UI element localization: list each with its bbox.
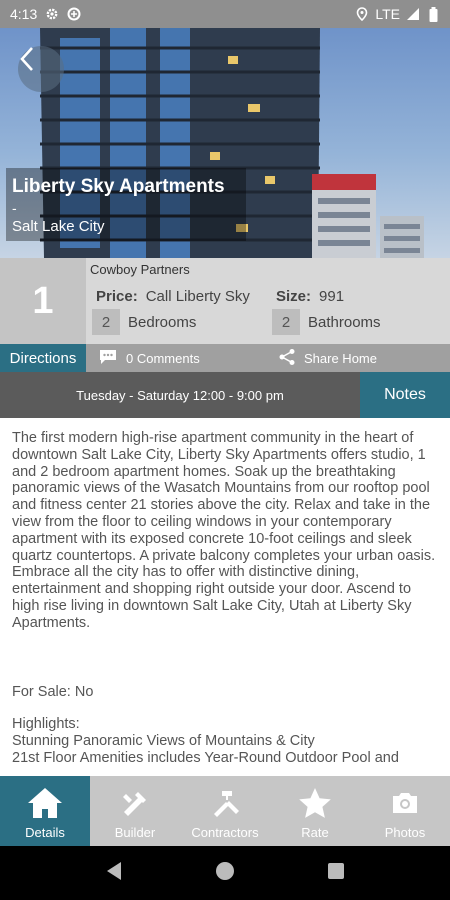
highlight-item: Stunning Panoramic Views of Mountains & … (12, 733, 315, 750)
hours-bar: Tuesday - Saturday 12:00 - 9:00 pm Notes (0, 372, 450, 418)
home-icon (25, 783, 65, 823)
recents-square-icon[interactable] (327, 862, 345, 885)
highlight-item: 21st Floor Amenities includes Year-Round… (12, 749, 399, 766)
nav-label: Builder (114, 825, 156, 840)
nav-photos[interactable]: Photos (360, 776, 450, 846)
listing-number: 1 (0, 258, 86, 344)
description-text: The first modern high-rise apartment com… (12, 430, 436, 631)
notes-button[interactable]: Notes (360, 372, 450, 418)
bottom-nav: Details Builder Contractors Rate Photos (0, 776, 450, 846)
highlights-title: Highlights: (12, 716, 80, 733)
comments-label: 0 Comments (126, 350, 200, 366)
share-icon (278, 348, 296, 369)
price-value: Call Liberty Sky (145, 287, 250, 305)
network-label: LTE (375, 6, 400, 22)
gear-icon (45, 7, 59, 21)
nav-details[interactable]: Details (0, 776, 90, 846)
size-label: Size: (276, 287, 312, 305)
hours-text: Tuesday - Saturday 12:00 - 9:00 pm (76, 387, 284, 403)
back-triangle-icon[interactable] (105, 861, 123, 886)
comment-icon (98, 348, 118, 369)
nav-builder[interactable]: Builder (90, 776, 180, 846)
description-panel[interactable]: The first modern high-rise apartment com… (0, 418, 450, 776)
star-icon (295, 783, 335, 823)
bathrooms-row: 2 Bathrooms (270, 309, 381, 335)
system-nav-bar (0, 846, 450, 900)
home-circle-icon[interactable] (215, 861, 235, 886)
tools-icon (115, 783, 155, 823)
nav-label: Details (25, 825, 65, 840)
bedrooms-row: 2 Bedrooms (90, 309, 197, 335)
share-label: Share Home (304, 350, 377, 366)
nav-label: Photos (384, 825, 426, 840)
hero-title-block: Liberty Sky Apartments - Salt Lake City (6, 168, 246, 241)
size-value: 991 (319, 287, 345, 305)
back-button[interactable] (18, 46, 64, 92)
size-row: Size: 991 (270, 284, 344, 308)
bathrooms-label: Bathrooms (308, 313, 381, 331)
price-row: Price: Call Liberty Sky (90, 284, 250, 308)
nav-label: Rate (301, 825, 329, 840)
bedrooms-count: 2 (92, 309, 120, 335)
property-city: Salt Lake City (12, 218, 105, 235)
camera-icon (385, 783, 425, 823)
battery-icon (426, 6, 440, 22)
data-saver-icon (67, 7, 81, 21)
nav-label: Contractors (191, 825, 259, 840)
share-button[interactable]: Share Home (278, 348, 377, 369)
nav-contractors[interactable]: Contractors (180, 776, 270, 846)
location-icon (355, 7, 369, 21)
info-panel: 1 Directions Cowboy Partners Price: Call… (0, 258, 450, 372)
builder-name: Cowboy Partners (90, 262, 190, 277)
property-name: Liberty Sky Apartments (12, 176, 225, 197)
bathrooms-count: 2 (272, 309, 300, 335)
status-bar: 4:13 LTE (0, 0, 450, 28)
action-bar: 0 Comments Share Home (86, 344, 450, 372)
comments-button[interactable]: 0 Comments (98, 348, 278, 369)
price-label: Price: (96, 287, 138, 305)
nav-rate[interactable]: Rate (270, 776, 360, 846)
signal-icon (406, 7, 420, 21)
hammer-wrench-icon (205, 783, 245, 823)
for-sale-text: For Sale: No (12, 683, 94, 700)
hero-image: Liberty Sky Apartments - Salt Lake City (0, 28, 450, 258)
status-time: 4:13 (10, 6, 38, 22)
directions-button[interactable]: Directions (0, 344, 86, 372)
title-separator: - (12, 200, 17, 216)
bedrooms-label: Bedrooms (128, 313, 197, 331)
